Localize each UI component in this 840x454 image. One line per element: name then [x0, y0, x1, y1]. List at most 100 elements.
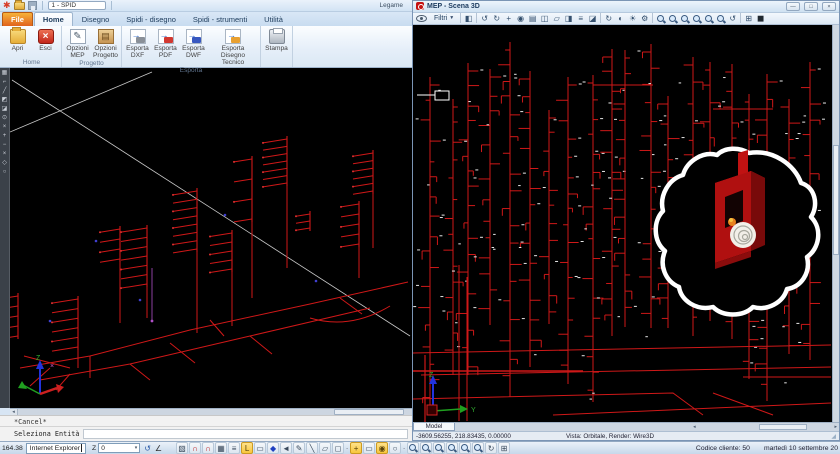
- window-select-icon[interactable]: ▭: [363, 442, 375, 454]
- angle-icon[interactable]: ∠: [155, 444, 162, 453]
- draw-tool-icon[interactable]: ◇: [1, 160, 9, 166]
- frame-icon[interactable]: ◻: [332, 442, 344, 454]
- front-view-icon[interactable]: ▱: [551, 13, 562, 24]
- scrollbar-thumb[interactable]: [759, 424, 807, 430]
- scroll-left-arrow-icon[interactable]: ◂: [10, 409, 18, 415]
- crosshair-icon[interactable]: +: [350, 442, 362, 454]
- views-icon[interactable]: ▤: [527, 13, 538, 24]
- draw-tool-icon[interactable]: +: [1, 133, 9, 139]
- zoom-window-icon[interactable]: [679, 13, 690, 24]
- legame-label[interactable]: Legame: [376, 1, 408, 10]
- zoom-extents-icon[interactable]: [691, 13, 702, 24]
- opzioni-mep-button[interactable]: Opzioni MEP: [64, 27, 91, 60]
- z-value-spinner[interactable]: 0 ▾: [98, 443, 140, 453]
- ortho-icon[interactable]: L: [241, 442, 253, 454]
- separator-dot[interactable]: ·: [345, 442, 349, 454]
- pan-icon[interactable]: +: [503, 13, 514, 24]
- esci-button[interactable]: Esci: [32, 27, 59, 53]
- draw-tool-icon[interactable]: ⊙: [1, 115, 9, 121]
- model-tab[interactable]: Model: [413, 423, 455, 431]
- model-scroll-track[interactable]: ◂ ▸: [455, 423, 839, 431]
- scrollbar-thumb[interactable]: [334, 409, 404, 415]
- visibility-icon[interactable]: ◉: [376, 442, 388, 454]
- orbit-icon[interactable]: ↺: [479, 13, 490, 24]
- esporta-disegno-tecnico-button[interactable]: Esporta Disegno Tecnico: [208, 27, 258, 67]
- draw-tool-icon[interactable]: ×: [1, 151, 9, 157]
- open-icon[interactable]: [14, 2, 25, 10]
- resize-grip[interactable]: ◢: [831, 433, 836, 440]
- filtri-dropdown[interactable]: Filtri ▼: [430, 13, 458, 24]
- esporta-pdf-button[interactable]: Esporta PDF: [152, 27, 179, 60]
- shade-mode-icon[interactable]: ◧: [463, 13, 474, 24]
- dynamic-input-icon[interactable]: ↺: [144, 444, 151, 453]
- horizontal-scrollbar[interactable]: ◂: [10, 408, 412, 415]
- snap-icon[interactable]: ∩: [189, 442, 201, 454]
- draw-tool-icon[interactable]: ╱: [1, 88, 9, 94]
- tab-disegno[interactable]: Disegno: [74, 13, 118, 26]
- tile-windows-icon[interactable]: ⊞: [498, 442, 510, 454]
- scene-settings-icon[interactable]: ⚙: [639, 13, 650, 24]
- rotate-view-icon[interactable]: ↺: [727, 13, 738, 24]
- esporta-dwf-button[interactable]: Esporta DWF: [180, 27, 207, 60]
- select-mode-icon[interactable]: ▧: [176, 442, 188, 454]
- save-icon[interactable]: [28, 1, 37, 10]
- iso-view-icon[interactable]: ◫: [539, 13, 550, 24]
- tab-spidi-strumenti[interactable]: Spidi - strumenti: [185, 13, 255, 26]
- zoom-selected-icon[interactable]: [472, 442, 484, 454]
- zoom-out-icon[interactable]: [420, 442, 432, 454]
- close-button[interactable]: ×: [822, 2, 836, 11]
- box-view-icon[interactable]: ◪: [587, 13, 598, 24]
- vertical-scrollbar[interactable]: [832, 25, 839, 422]
- zoom-extents-icon[interactable]: [446, 442, 458, 454]
- tab-home[interactable]: Home: [34, 12, 73, 26]
- scrollbar-thumb[interactable]: [833, 145, 839, 255]
- zoom-in-icon[interactable]: [407, 442, 419, 454]
- zoom-in-icon[interactable]: [655, 13, 666, 24]
- apri-button[interactable]: Apri: [4, 27, 31, 53]
- look-at-icon[interactable]: ◉: [515, 13, 526, 24]
- scene-title-bar[interactable]: MEP - Scena 3D — □ ×: [413, 1, 839, 13]
- edit-icon[interactable]: ✎: [293, 442, 305, 454]
- separator-dot[interactable]: ·: [402, 442, 406, 454]
- previous-icon[interactable]: ◄: [280, 442, 292, 454]
- plane-icon[interactable]: ≡: [228, 442, 240, 454]
- orbit-free-icon[interactable]: ↻: [491, 13, 502, 24]
- maximize-button[interactable]: □: [804, 2, 818, 11]
- viewport-layout-icon[interactable]: ⊞: [743, 13, 754, 24]
- esporta-dxf-button[interactable]: Esporta DXF: [124, 27, 151, 60]
- render-mode-icon[interactable]: ◐: [615, 13, 626, 24]
- draw-tool-icon[interactable]: ◪: [1, 106, 9, 112]
- osnap-icon[interactable]: ◆: [267, 442, 279, 454]
- light-icon[interactable]: ☀: [627, 13, 638, 24]
- zoom-previous-icon[interactable]: [459, 442, 471, 454]
- regen-icon[interactable]: ↻: [485, 442, 497, 454]
- grid-icon[interactable]: ▦: [215, 442, 227, 454]
- draw-tool-icon[interactable]: ×: [1, 124, 9, 130]
- line-mode-icon[interactable]: ╲: [306, 442, 318, 454]
- layers-icon[interactable]: ≡: [575, 13, 586, 24]
- scroll-right-arrow-icon[interactable]: ▸: [834, 424, 837, 430]
- zoom-previous-icon[interactable]: [703, 13, 714, 24]
- left-viewport-canvas[interactable]: Z×: [10, 68, 412, 408]
- draw-tool-icon[interactable]: ⌐: [1, 79, 9, 85]
- tab-file[interactable]: File: [2, 12, 33, 26]
- command-input[interactable]: [83, 429, 408, 439]
- stampa-button[interactable]: Stampa: [263, 27, 290, 53]
- circle-mode-icon[interactable]: ○: [389, 442, 401, 454]
- draw-tool-icon[interactable]: ▦: [1, 70, 9, 76]
- camera-icon[interactable]: ◨: [563, 13, 574, 24]
- tab-utilita[interactable]: Utilità: [256, 13, 291, 26]
- zoom-window-icon[interactable]: [433, 442, 445, 454]
- plan-view-icon[interactable]: ▱: [319, 442, 331, 454]
- rect-mode-icon[interactable]: ▭: [254, 442, 266, 454]
- tab-spidi-disegno[interactable]: Spidi - disegno: [118, 13, 184, 26]
- minimize-button[interactable]: —: [786, 2, 800, 11]
- opzioni-progetto-button[interactable]: Opzioni Progetto: [92, 27, 119, 60]
- visibility-eye-icon[interactable]: [416, 15, 427, 22]
- refresh-icon[interactable]: ↻: [603, 13, 614, 24]
- scroll-left-arrow-icon[interactable]: ◂: [693, 424, 696, 430]
- solid-cube-icon[interactable]: ◼: [755, 13, 766, 24]
- snap-override-icon[interactable]: ∩: [202, 442, 214, 454]
- zoom-out-icon[interactable]: [667, 13, 678, 24]
- draw-tool-icon[interactable]: ○: [1, 169, 9, 175]
